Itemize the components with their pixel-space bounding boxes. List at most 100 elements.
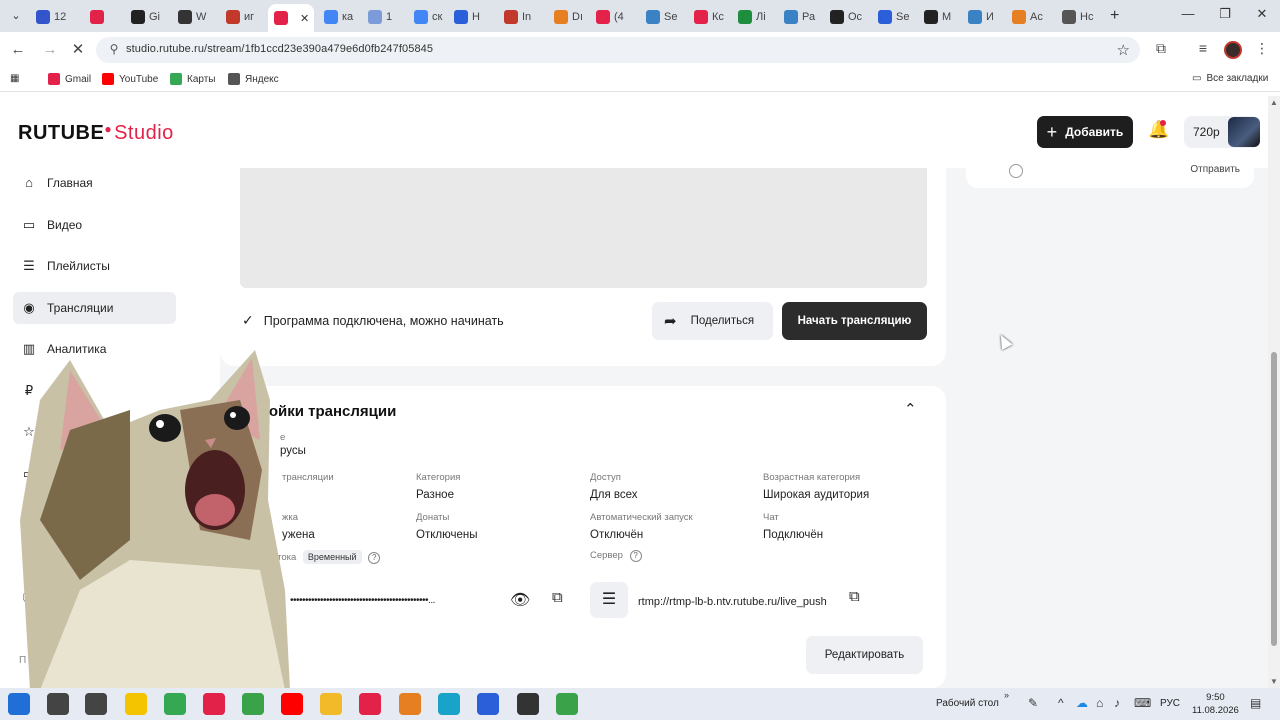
bookmark-item[interactable]: YouTube xyxy=(102,73,158,85)
browser-tab[interactable]: (4 xyxy=(590,6,632,28)
language-indicator[interactable]: РУС xyxy=(1160,698,1180,709)
minimize-icon[interactable]: — xyxy=(1178,6,1198,21)
close-tab-icon[interactable]: ✕ xyxy=(300,12,309,25)
browser-tab[interactable]: Ас xyxy=(1006,6,1048,28)
keyboard-icon[interactable]: ⌨ xyxy=(1134,696,1151,710)
chevron-up-icon[interactable]: ⌃ xyxy=(904,400,917,418)
share-button[interactable]: ➦ Поделиться xyxy=(652,302,773,340)
eye-icon[interactable]: 👁 xyxy=(510,590,530,610)
volume-icon[interactable]: ♪ xyxy=(1114,696,1120,710)
obs-icon[interactable] xyxy=(517,693,539,715)
youtube-icon[interactable] xyxy=(281,693,303,715)
page-scrollbar[interactable]: ▲ ▼ xyxy=(1268,96,1280,688)
browser-tab[interactable]: М xyxy=(918,6,960,28)
sidebar-item[interactable]: ▭ Видео xyxy=(13,209,176,241)
task-view-icon[interactable] xyxy=(85,693,107,715)
scroll-up-icon[interactable]: ▲ xyxy=(1270,98,1278,107)
scroll-down-icon[interactable]: ▼ xyxy=(1270,677,1278,686)
copy-key-icon[interactable]: ⧉ xyxy=(552,589,563,606)
edit-button[interactable]: Редактировать xyxy=(806,636,923,674)
gaming-icon[interactable] xyxy=(556,693,578,715)
vpn-icon[interactable] xyxy=(438,693,460,715)
profile-avatar[interactable] xyxy=(1224,41,1242,59)
browser-tab[interactable]: ск xyxy=(408,6,450,28)
browser-tab[interactable]: И xyxy=(962,6,1004,28)
bookmark-item[interactable]: Яндекс xyxy=(228,73,279,85)
browser-tab[interactable]: ✕ xyxy=(268,4,314,32)
network-icon[interactable]: ⌂ xyxy=(1096,696,1103,710)
utorrent-icon[interactable] xyxy=(242,693,264,715)
browser-tab[interactable]: In xyxy=(498,6,540,28)
forward-icon[interactable]: → xyxy=(40,40,60,60)
browser-tab[interactable]: иг xyxy=(220,6,262,28)
pen-icon[interactable]: ✎ xyxy=(1028,696,1038,710)
browser-tab[interactable]: Dı xyxy=(548,6,590,28)
tab-label: Н xyxy=(472,11,480,23)
close-window-icon[interactable]: ✕ xyxy=(1252,6,1272,22)
notifications-bell-icon[interactable]: 🔔 xyxy=(1148,120,1169,142)
send-button[interactable]: Отправить xyxy=(1190,164,1240,175)
tray-up-icon[interactable]: ^ xyxy=(1058,696,1064,710)
scroll-thumb[interactable] xyxy=(1271,352,1277,646)
copy-server-icon[interactable]: ⧉ xyxy=(849,588,860,605)
add-button[interactable]: + Добавить xyxy=(1037,116,1133,148)
stop-loading-icon[interactable]: ✕ xyxy=(68,40,88,60)
start-stream-button[interactable]: Начать трансляцию xyxy=(782,302,927,340)
notifications-center-icon[interactable]: ▤ xyxy=(1250,696,1261,710)
back-icon[interactable]: ← xyxy=(8,40,28,60)
desktop-label[interactable]: Рабочий стол xyxy=(936,698,999,709)
browser-tab[interactable] xyxy=(84,6,126,28)
screen-icon[interactable] xyxy=(477,693,499,715)
bookmark-item[interactable]: Gmail xyxy=(48,73,91,85)
url-field[interactable]: ⚲ studio.rutube.ru/stream/1fb1ccd23e390a… xyxy=(96,37,1140,63)
server-url[interactable]: rtmp://rtmp-lb-b.ntv.rutube.ru/live_push xyxy=(638,596,827,608)
restore-icon[interactable]: ❐ xyxy=(1215,6,1235,22)
url-text[interactable]: studio.rutube.ru/stream/1fb1ccd23e390a47… xyxy=(126,43,433,55)
windows-start-icon[interactable] xyxy=(8,693,30,715)
media-controls-icon[interactable]: ≡ xyxy=(1193,40,1213,60)
browser-tab[interactable]: ка xyxy=(318,6,360,28)
bookmark-item[interactable]: Карты xyxy=(170,73,216,85)
browser-tab[interactable]: Gi xyxy=(125,6,167,28)
browser-tab[interactable]: Ра xyxy=(778,6,820,28)
apps-grid-icon[interactable]: ▦ xyxy=(10,73,19,84)
tab-search-icon[interactable]: ⌄ xyxy=(8,8,24,24)
browser-menu-icon[interactable]: ⋮ xyxy=(1252,40,1272,60)
emoji-icon[interactable] xyxy=(1009,164,1023,178)
browser-tab[interactable]: W xyxy=(172,6,214,28)
browser-tab[interactable]: Ос xyxy=(824,6,866,28)
server-help-icon[interactable]: ? xyxy=(629,550,642,562)
onedrive-icon[interactable]: ☁ xyxy=(1076,696,1088,710)
yandex-icon[interactable] xyxy=(203,693,225,715)
add-button-label: Добавить xyxy=(1065,125,1124,139)
browser-tab[interactable]: 12 xyxy=(30,6,72,28)
help-icon[interactable]: ? xyxy=(368,552,381,564)
wps-icon[interactable] xyxy=(359,693,381,715)
rutube-studio-logo[interactable]: RUTUBE● Studio xyxy=(18,122,174,145)
chrome-icon[interactable] xyxy=(164,693,186,715)
sidebar-item[interactable]: ◉ Трансляции xyxy=(13,291,176,324)
browser-tab[interactable]: Se xyxy=(640,6,682,28)
browser-tab[interactable]: Se xyxy=(872,6,914,28)
browser-tab[interactable]: Нс xyxy=(1056,6,1098,28)
all-bookmarks-folder[interactable]: ▭ Все закладки xyxy=(1192,73,1268,84)
explorer-icon[interactable] xyxy=(320,693,342,715)
site-info-icon[interactable]: ⚲ xyxy=(106,42,122,58)
browser-tab[interactable]: Лі xyxy=(732,6,774,28)
browser-tab[interactable]: Кс xyxy=(688,6,730,28)
user-avatar[interactable] xyxy=(1228,117,1260,147)
chevron-right-icon[interactable]: » xyxy=(1004,690,1009,700)
tab-label: ск xyxy=(432,11,443,23)
app-icon[interactable] xyxy=(399,693,421,715)
search-icon[interactable] xyxy=(47,693,69,715)
sidebar-item[interactable]: ⌂ Главная xyxy=(13,167,176,199)
yandex-browser-icon[interactable] xyxy=(125,693,147,715)
stream-key-value[interactable]: ••••••••••••••••••••••••••••••••••••••••… xyxy=(290,595,435,606)
browser-tab[interactable]: 1 xyxy=(362,6,404,28)
sidebar-item[interactable]: ☰ Плейлисты xyxy=(13,250,176,282)
bookmark-star-icon[interactable]: ☆ xyxy=(1117,41,1130,59)
clock[interactable]: 9:50 11.08.2026 xyxy=(1192,691,1239,717)
extensions-icon[interactable]: ⧉ xyxy=(1151,40,1171,60)
browser-tab[interactable]: Н xyxy=(448,6,490,28)
new-tab-button[interactable]: + xyxy=(1110,7,1119,25)
